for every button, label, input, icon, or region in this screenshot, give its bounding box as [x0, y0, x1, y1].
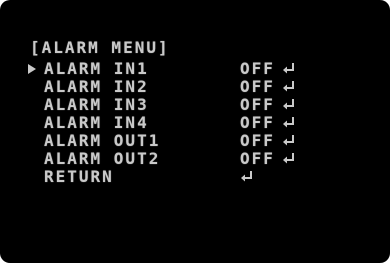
- enter-return-icon: [283, 99, 294, 110]
- osd-screen: [ALARM MENU] ALARM IN1 OFF ALARM IN2 OFF…: [0, 0, 390, 263]
- menu-item-label: ALARM OUT2: [44, 149, 161, 168]
- menu-item-value: OFF: [240, 77, 275, 96]
- menu-item-value: OFF: [240, 95, 275, 114]
- menu-item-value: OFF: [240, 59, 275, 78]
- enter-return-icon: [283, 63, 294, 74]
- menu-item-return[interactable]: RETURN: [0, 169, 390, 185]
- menu-item-label: ALARM IN3: [44, 95, 149, 114]
- menu-item-label: RETURN: [44, 167, 114, 186]
- menu-item-alarm-in1[interactable]: ALARM IN1 OFF: [0, 61, 390, 77]
- menu-item-label: ALARM IN2: [44, 77, 149, 96]
- selection-cursor-icon: [28, 64, 36, 74]
- enter-return-icon: [283, 135, 294, 146]
- enter-return-icon: [283, 117, 294, 128]
- menu-item-label: ALARM IN1: [44, 59, 149, 78]
- enter-return-icon: [283, 153, 294, 164]
- menu-item-alarm-in4[interactable]: ALARM IN4 OFF: [0, 115, 390, 131]
- menu-item-label: ALARM OUT1: [44, 131, 161, 150]
- menu-item-value: OFF: [240, 131, 275, 150]
- menu-title: [ALARM MENU]: [30, 38, 170, 57]
- enter-return-icon: [283, 81, 294, 92]
- menu-item-label: ALARM IN4: [44, 113, 149, 132]
- menu-item-alarm-out2[interactable]: ALARM OUT2 OFF: [0, 151, 390, 167]
- menu-item-alarm-in3[interactable]: ALARM IN3 OFF: [0, 97, 390, 113]
- menu-item-alarm-in2[interactable]: ALARM IN2 OFF: [0, 79, 390, 95]
- enter-return-icon: [241, 171, 252, 182]
- menu-item-value: OFF: [240, 113, 275, 132]
- menu-item-alarm-out1[interactable]: ALARM OUT1 OFF: [0, 133, 390, 149]
- menu-item-value: OFF: [240, 149, 275, 168]
